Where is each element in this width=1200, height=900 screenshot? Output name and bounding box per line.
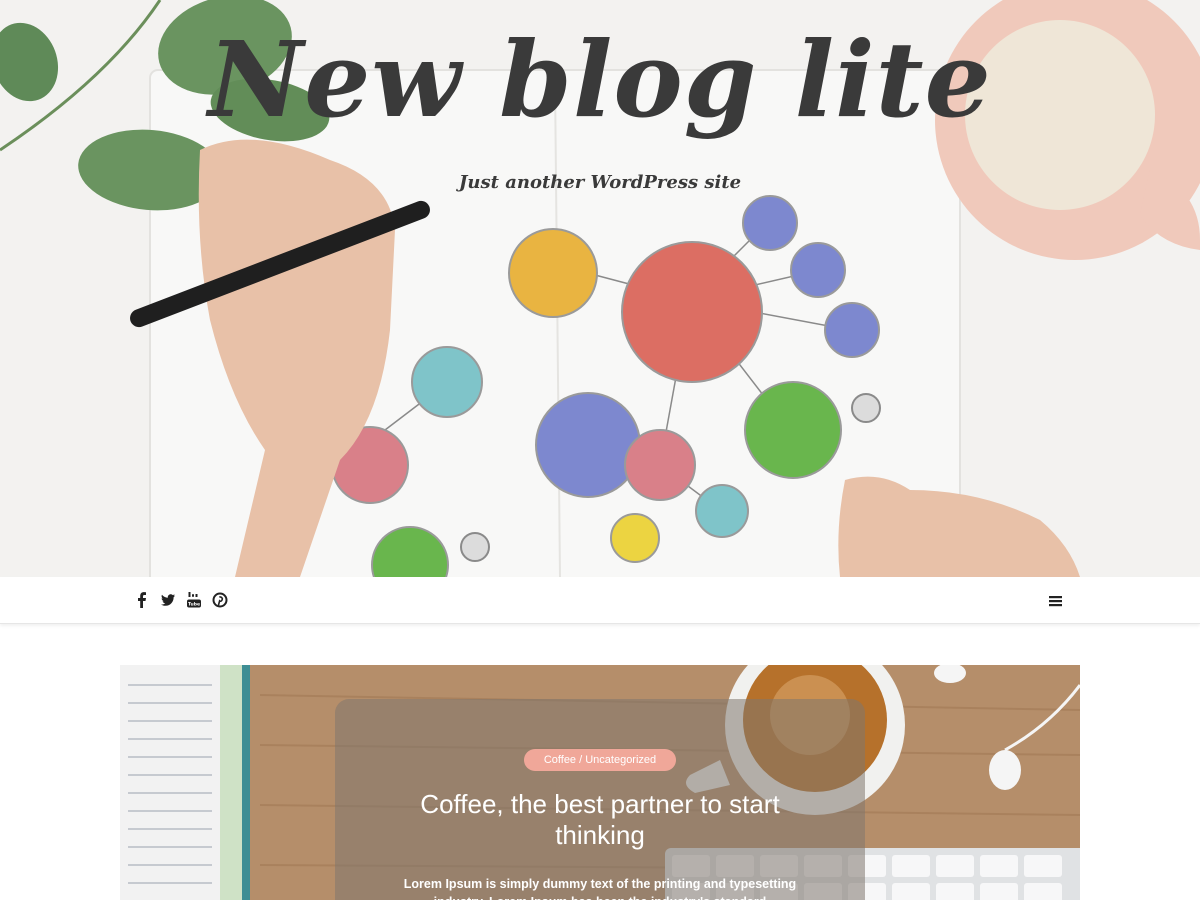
youtube-link[interactable]: Tube (186, 590, 202, 610)
post-excerpt: Lorem Ipsum is simply dummy text of the … (403, 877, 797, 900)
pinterest-icon (212, 592, 228, 608)
site-title[interactable]: New blog lite (0, 18, 1200, 143)
featured-post[interactable]: Coffee / Uncategorized Coffee, the best … (120, 665, 1080, 900)
social-links: Tube (134, 590, 228, 610)
svg-text:Tube: Tube (188, 602, 200, 608)
twitter-link[interactable] (160, 590, 176, 610)
pinterest-link[interactable] (212, 590, 228, 610)
post-title[interactable]: Coffee, the best partner to start thinki… (385, 789, 815, 851)
hamburger-menu-icon (1049, 596, 1062, 607)
facebook-icon (138, 592, 146, 608)
site-header: New blog lite Just another WordPress sit… (0, 0, 1200, 577)
twitter-icon (161, 594, 175, 606)
facebook-link[interactable] (134, 590, 150, 610)
youtube-icon: Tube (187, 592, 201, 608)
navigation-bar: Tube (0, 577, 1200, 624)
site-tagline: Just another WordPress site (458, 172, 742, 193)
menu-toggle-button[interactable] (1046, 592, 1066, 610)
category-badge[interactable]: Coffee / Uncategorized (524, 749, 676, 771)
